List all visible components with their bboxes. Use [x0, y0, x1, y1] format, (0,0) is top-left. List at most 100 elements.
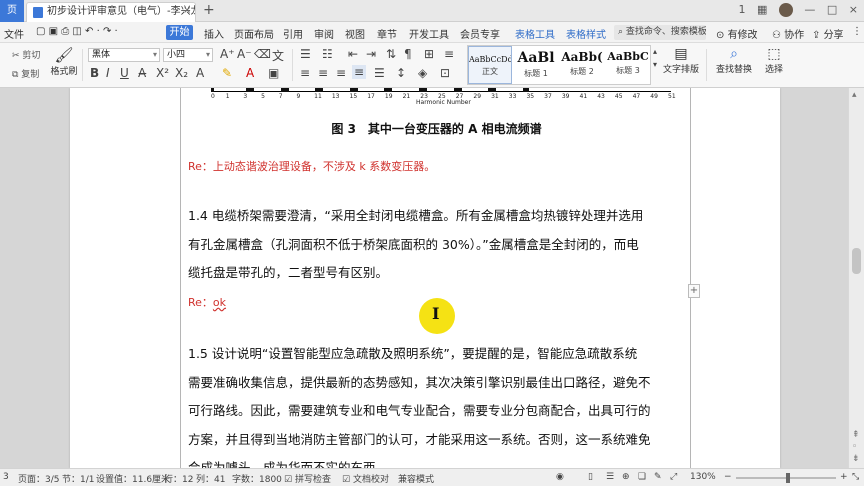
menu-view[interactable]: 视图	[345, 26, 365, 41]
style-heading-1[interactable]: AaBl 标题 1	[514, 46, 558, 84]
menu-membership[interactable]: 会员专享	[460, 26, 500, 41]
avatar[interactable]	[778, 3, 793, 17]
clear-format-icon[interactable]: ⌫	[254, 47, 271, 61]
page-view-icon[interactable]: ▯	[588, 472, 593, 482]
cut-button[interactable]: ✂ 剪切	[12, 48, 40, 61]
modified-indicator[interactable]: ⊙ 有修改	[716, 26, 758, 41]
minimize-button[interactable]: —	[804, 3, 815, 16]
web-view-icon[interactable]: ⊕	[622, 472, 630, 482]
command-search[interactable]: ⌕ 查找命令、搜索模板	[614, 25, 706, 40]
write-view-icon[interactable]: ✎	[654, 472, 662, 482]
table-icon[interactable]: ⊞	[424, 47, 434, 61]
font-name-select[interactable]: 黑体	[88, 48, 160, 62]
share-button[interactable]: ⇪ 分享	[812, 26, 844, 41]
bullet-list-icon[interactable]: ☰	[300, 47, 311, 61]
numbered-list-icon[interactable]: ☷	[322, 47, 333, 61]
document-tab[interactable]: 初步设计评审意见（电气）-李兴龙	[26, 2, 196, 22]
eye-protect-icon[interactable]: ◉	[556, 472, 564, 482]
page[interactable]: 0 1 3 5 7 9 11 13 15 17 19 21 23 25 27 29 31 33 35 37 39 41 43…	[70, 88, 780, 468]
style-heading-3[interactable]: AaBbC 标题 3	[606, 46, 650, 84]
menu-table-tools[interactable]: 表格工具	[515, 26, 555, 41]
italic-icon[interactable]: I	[106, 66, 110, 80]
justify-icon[interactable]: ≡	[352, 65, 367, 79]
menu-insert[interactable]: 插入	[204, 26, 224, 41]
align-center-icon[interactable]: ≡	[318, 66, 328, 80]
format-painter-button[interactable]: 🖌 格式刷	[49, 46, 79, 77]
menu-chapter[interactable]: 章节	[377, 26, 397, 41]
paragraph-icon[interactable]: ≡	[444, 47, 454, 61]
select-button[interactable]: ⬚ 选择	[760, 46, 788, 75]
window-count-icon[interactable]: 1	[738, 3, 745, 16]
show-marks-icon[interactable]: ¶	[404, 47, 412, 61]
style-scroll-down-icon[interactable]: ▾	[653, 60, 657, 69]
grow-font-icon[interactable]: A⁺	[220, 47, 235, 61]
next-page-icon[interactable]: ⇟	[852, 454, 860, 464]
menu-file[interactable]: 文件	[4, 26, 24, 41]
pinyin-icon[interactable]: 文	[272, 47, 284, 64]
underline-icon[interactable]: U	[120, 66, 129, 80]
zoom-slider-handle[interactable]	[786, 473, 790, 483]
add-row-icon[interactable]: +	[688, 284, 700, 298]
border-icon[interactable]: ⊡	[440, 66, 450, 80]
outline-view-icon[interactable]: ☰	[606, 472, 614, 482]
find-replace-button[interactable]: ⌕ 查找替换	[712, 46, 756, 75]
shrink-font-icon[interactable]: A⁻	[237, 47, 252, 61]
style-normal[interactable]: AaBbCcDd 正文	[468, 46, 512, 84]
maximize-button[interactable]: □	[827, 3, 837, 16]
paragraph-1-4[interactable]: 1.4 电缆桥架需要澄清，“采用全封闭电缆槽盒。所有金属槽盒均热镀锌处理并选用 …	[188, 202, 688, 288]
menu-references[interactable]: 引用	[283, 26, 303, 41]
word-count[interactable]: 字数：1800	[232, 472, 282, 485]
sort-icon[interactable]: ⇅	[386, 47, 396, 61]
subscript-icon[interactable]: X₂	[175, 66, 188, 80]
paragraph-1-5[interactable]: 1.5 设计说明“设置智能型应急疏散及照明系统”，要提醒的是，智能应急疏散系统 …	[188, 340, 688, 468]
font-size-select[interactable]: 小四	[163, 48, 213, 62]
menu-page-layout[interactable]: 页面布局	[234, 26, 274, 41]
copy-button[interactable]: ⧉ 复制	[12, 67, 39, 80]
close-tab-icon[interactable]: ×	[183, 5, 191, 16]
scroll-thumb[interactable]	[852, 248, 861, 274]
distribute-icon[interactable]: ☰	[374, 66, 385, 80]
char-border-icon[interactable]: ▣	[268, 66, 279, 80]
select-browse-icon[interactable]: ◦	[852, 442, 857, 452]
bold-icon[interactable]: B	[90, 66, 99, 80]
zoom-out-icon[interactable]: −	[724, 472, 732, 482]
menu-icon-group[interactable]: ▢ ▣ ⎙ ◫ ↶ · ↷ ·	[36, 26, 118, 37]
new-tab-icon[interactable]: +	[203, 2, 215, 18]
font-color-icon[interactable]: A	[246, 66, 254, 80]
document-area[interactable]: 0 1 3 5 7 9 11 13 15 17 19 21 23 25 27 29 31 33 35 37 39 41 43…	[0, 88, 848, 468]
increase-indent-icon[interactable]: ⇥	[366, 47, 376, 61]
text-effect-icon[interactable]: A	[196, 66, 204, 80]
more-icon[interactable]: ⋮	[852, 26, 862, 37]
zoom-fit-icon[interactable]: ⤡	[852, 472, 859, 482]
spell-check-button[interactable]: ☑ 拼写检查	[284, 472, 331, 485]
grid-icon[interactable]: ▦	[757, 3, 767, 16]
decrease-indent-icon[interactable]: ⇤	[348, 47, 358, 61]
align-right-icon[interactable]: ≡	[336, 66, 346, 80]
home-tab[interactable]: 页	[0, 0, 24, 22]
page-indicator[interactable]: 页面：3/5	[18, 472, 60, 485]
style-heading-2[interactable]: AaBb( 标题 2	[560, 46, 604, 84]
highlight-icon[interactable]: ✎	[222, 66, 232, 80]
superscript-icon[interactable]: X²	[156, 66, 169, 80]
zoom-in-icon[interactable]: +	[840, 472, 848, 482]
text-layout-button[interactable]: ▤ 文字排版	[660, 46, 702, 75]
menu-review[interactable]: 审阅	[314, 26, 334, 41]
reading-view-icon[interactable]: ❏	[638, 472, 646, 482]
line-spacing-icon[interactable]: ↕	[396, 66, 406, 80]
shading-icon[interactable]: ◈	[418, 66, 427, 80]
vertical-scrollbar[interactable]: ▴ ⇞ ◦ ⇟	[848, 88, 864, 468]
scroll-up-icon[interactable]: ▴	[852, 90, 857, 100]
spectrum-bar	[488, 88, 496, 92]
close-window-button[interactable]: ×	[849, 3, 858, 16]
zoom-level[interactable]: 130%	[690, 472, 716, 482]
collaborate-button[interactable]: ⚇ 协作	[772, 26, 804, 41]
doc-check-button[interactable]: ☑ 文档校对	[342, 472, 389, 485]
prev-page-icon[interactable]: ⇞	[852, 430, 860, 440]
menu-table-style[interactable]: 表格样式	[566, 26, 606, 41]
menu-start[interactable]: 开始	[166, 25, 193, 40]
fullscreen-icon[interactable]: ⤢	[670, 472, 677, 482]
align-left-icon[interactable]: ≡	[300, 66, 310, 80]
style-scroll-up-icon[interactable]: ▴	[653, 47, 657, 56]
menu-developer[interactable]: 开发工具	[409, 26, 449, 41]
strikethrough-icon[interactable]: A̶	[138, 66, 146, 80]
